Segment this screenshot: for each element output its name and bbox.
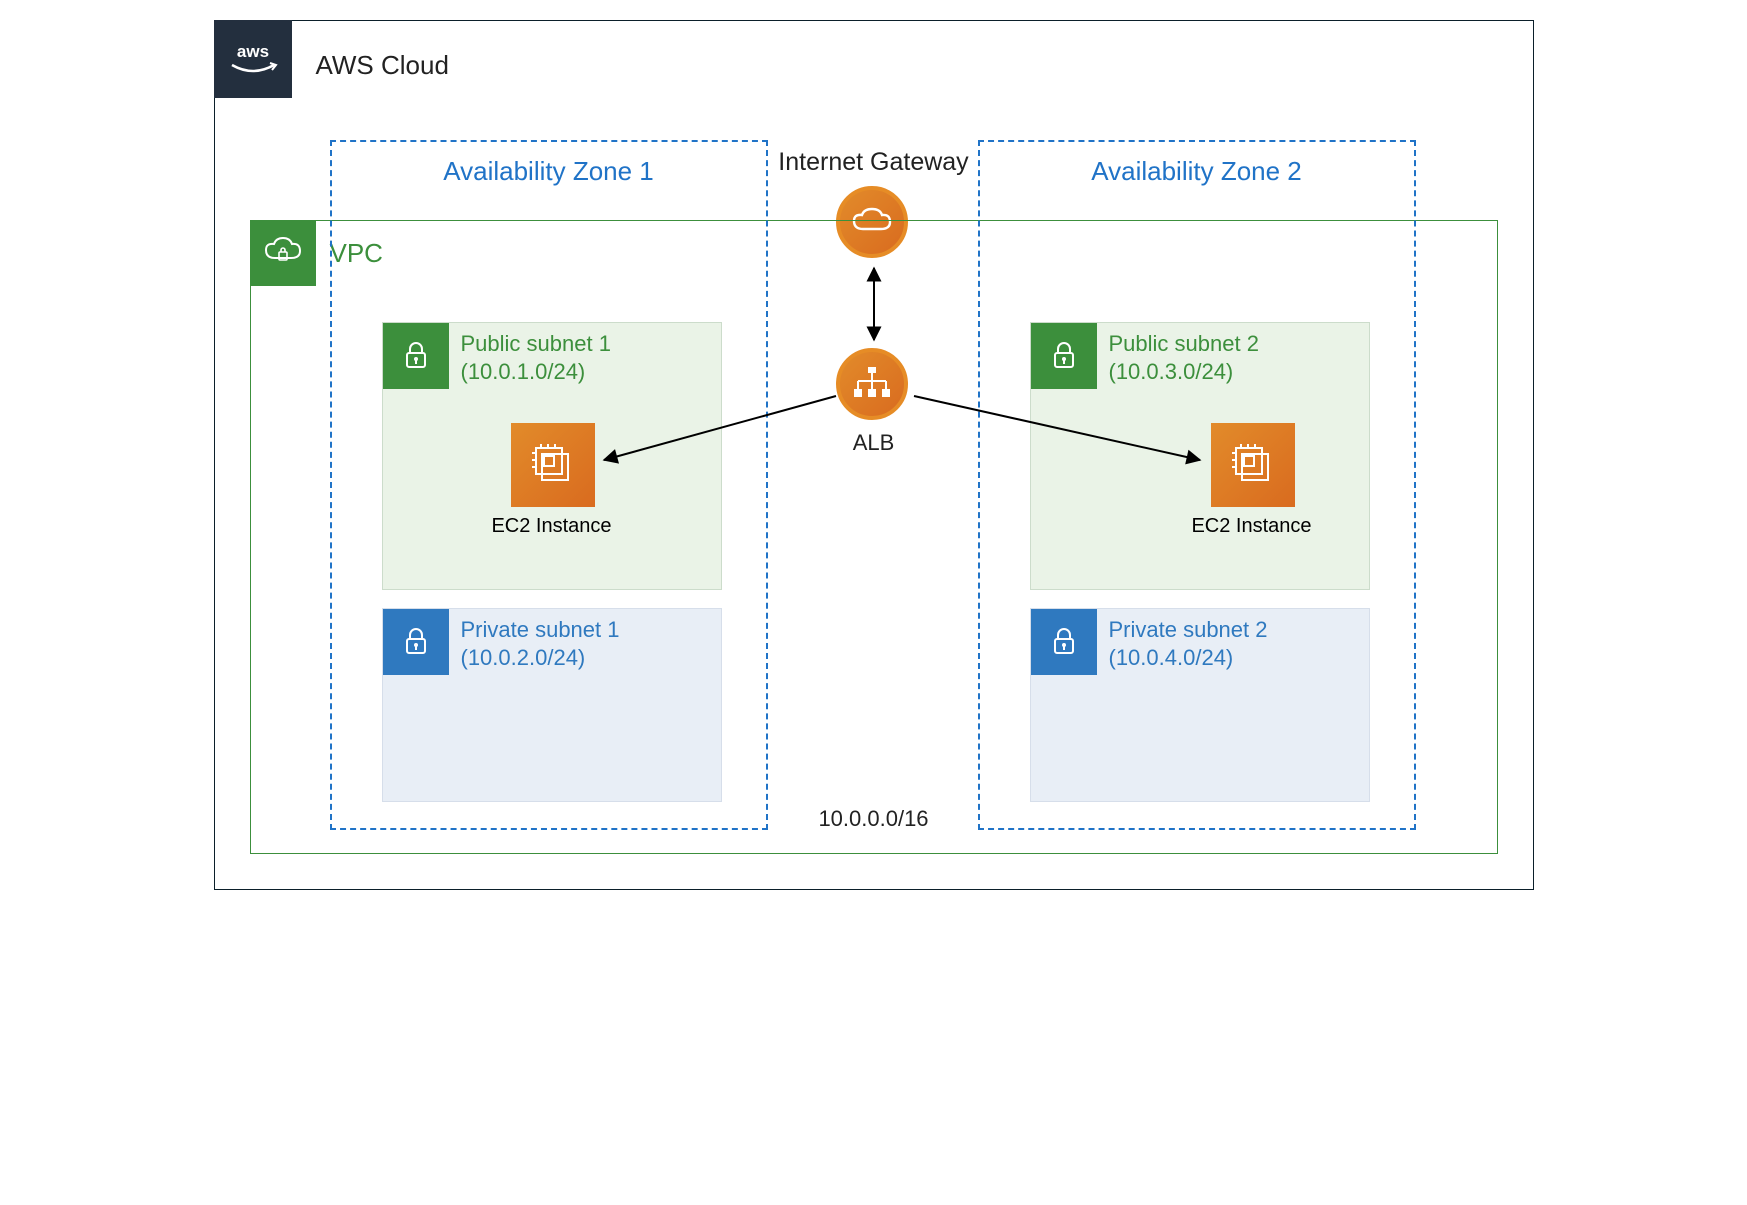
availability-zone-1: Availability Zone 1 Public subnet 1 (10.… [330,140,768,830]
private-subnet-1-cidr: (10.0.2.0/24) [461,645,586,671]
public-subnet-1: Public subnet 1 (10.0.1.0/24) EC2 Instan… [382,322,722,590]
public-subnet-1-name: Public subnet 1 [461,331,611,357]
alb-icon [836,348,908,420]
aws-cloud-title: AWS Cloud [316,50,449,81]
diagram-canvas: aws AWS Cloud Internet Gateway VPC 10.0.… [214,20,1534,890]
availability-zone-2: Availability Zone 2 Public subnet 2 (10.… [978,140,1416,830]
private-subnet-1-lock-icon [383,609,449,675]
private-subnet-2: Private subnet 2 (10.0.4.0/24) [1030,608,1370,802]
az2-title: Availability Zone 2 [980,156,1414,187]
ec2-instance-1-label: EC2 Instance [383,515,721,538]
private-subnet-2-lock-icon [1031,609,1097,675]
aws-logo-badge: aws [214,20,292,98]
private-subnet-2-cidr: (10.0.4.0/24) [1109,645,1234,671]
alb-label: ALB [214,430,1534,456]
public-subnet-2-name: Public subnet 2 [1109,331,1259,357]
svg-text:aws: aws [236,42,268,61]
ec2-instance-2-label: EC2 Instance [1083,515,1421,538]
public-subnet-2-lock-icon [1031,323,1097,389]
public-subnet-2: Public subnet 2 (10.0.3.0/24) EC2 Instan… [1030,322,1370,590]
private-subnet-1: Private subnet 1 (10.0.2.0/24) [382,608,722,802]
az1-title: Availability Zone 1 [332,156,766,187]
private-subnet-2-name: Private subnet 2 [1109,617,1268,643]
public-subnet-1-cidr: (10.0.1.0/24) [461,359,586,385]
public-subnet-2-cidr: (10.0.3.0/24) [1109,359,1234,385]
aws-logo-icon: aws [226,39,280,79]
vpc-badge-icon [250,220,316,286]
private-subnet-1-name: Private subnet 1 [461,617,620,643]
public-subnet-1-lock-icon [383,323,449,389]
